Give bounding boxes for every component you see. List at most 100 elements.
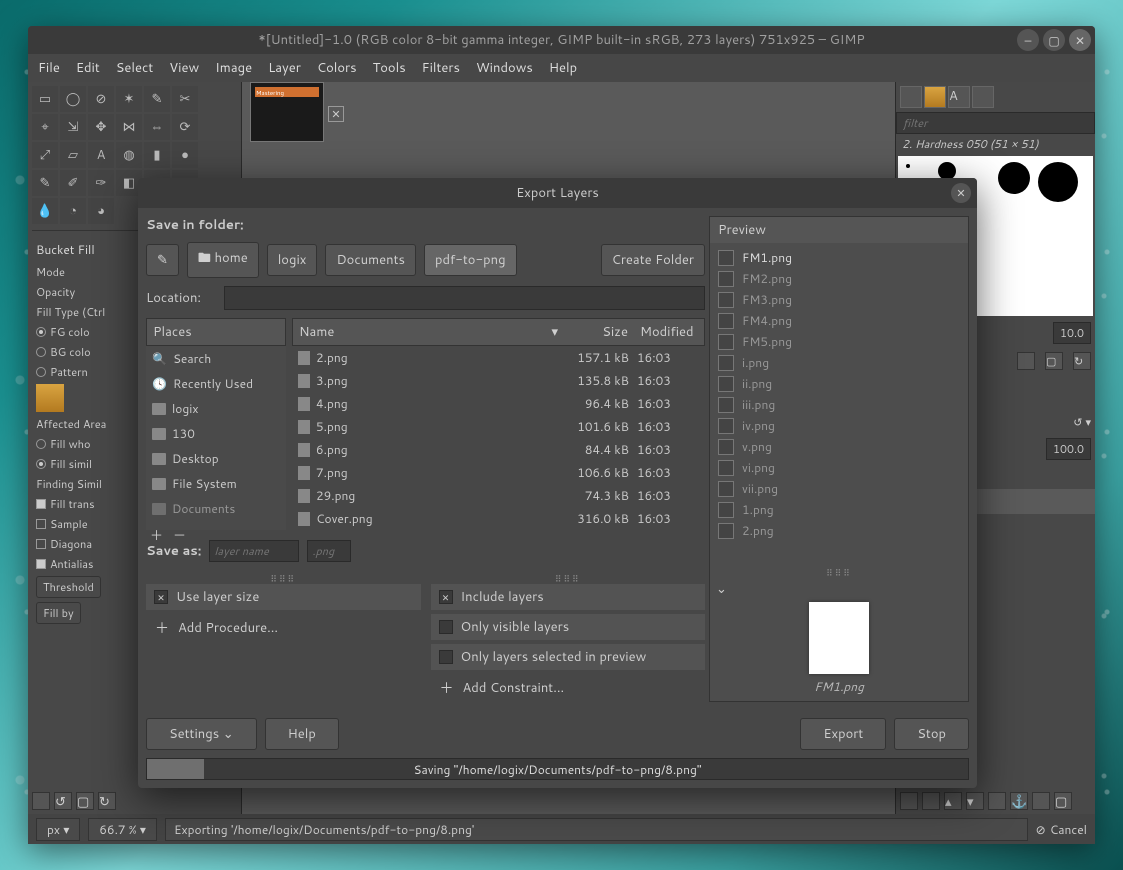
preview-item[interactable]: FM3.png xyxy=(714,289,964,310)
filter-input[interactable] xyxy=(896,112,1095,134)
restore-options-icon[interactable]: ↺ xyxy=(54,792,72,810)
sample-check[interactable] xyxy=(36,519,46,529)
delete-layer-icon[interactable]: ▢ xyxy=(1054,792,1072,810)
preview-item[interactable]: FM1.png xyxy=(714,247,964,268)
add-procedure-button[interactable]: ＋Add Procedure... xyxy=(146,614,421,642)
menu-layer[interactable]: Layer xyxy=(268,59,301,77)
places-search[interactable]: 🔍Search xyxy=(146,346,286,371)
breadcrumb-logix[interactable]: logix xyxy=(267,244,318,276)
zoom-selector[interactable]: 66.7 % ▾ xyxy=(88,818,157,841)
size-header[interactable]: Size xyxy=(564,319,634,345)
file-row[interactable]: Cover.png316.0 kB16:03 xyxy=(292,507,705,530)
tool-icon[interactable]: ▮ xyxy=(144,142,170,168)
menu-help[interactable]: Help xyxy=(549,59,577,77)
maximize-button[interactable]: ▢ xyxy=(1043,29,1065,51)
tool-icon[interactable]: ▭ xyxy=(32,86,58,112)
grip-icon[interactable]: ⠿⠿⠿ xyxy=(431,572,706,580)
fill-similar-radio[interactable] xyxy=(36,459,46,469)
menu-select[interactable]: Select xyxy=(116,59,153,77)
only-visible-option[interactable]: Only visible layers xyxy=(431,614,706,640)
file-row[interactable]: 5.png101.6 kB16:03 xyxy=(292,415,705,438)
layer-opacity[interactable]: 100.0 xyxy=(1046,438,1091,460)
edit-path-icon[interactable]: ✎ xyxy=(146,244,179,276)
tool-icon[interactable]: ◍ xyxy=(116,142,142,168)
preview-list[interactable]: FM1.pngFM2.pngFM3.pngFM4.pngFM5.pngi.png… xyxy=(710,243,968,566)
anchor-layer-icon[interactable]: ⚓ xyxy=(1010,792,1028,810)
delete-options-icon[interactable]: ▢ xyxy=(76,792,94,810)
refresh-brush-icon[interactable]: ↻ xyxy=(1073,352,1091,370)
tool-icon[interactable]: ⟳ xyxy=(172,114,198,140)
tool-icon[interactable]: 💧 xyxy=(32,198,58,224)
raise-layer-icon[interactable]: ▴ xyxy=(944,792,962,810)
preview-item[interactable]: FM5.png xyxy=(714,331,964,352)
preview-item[interactable]: iii.png xyxy=(714,394,964,415)
tool-icon[interactable]: ✂ xyxy=(172,86,198,112)
extension-input[interactable] xyxy=(307,540,351,562)
tool-icon[interactable]: ✶ xyxy=(116,86,142,112)
places-filesystem[interactable]: File System xyxy=(146,471,286,496)
tool-icon[interactable]: ◯ xyxy=(60,86,86,112)
file-row[interactable]: 4.png96.4 kB16:03 xyxy=(292,392,705,415)
tool-icon[interactable]: ⇔ xyxy=(144,114,170,140)
menu-filters[interactable]: Filters xyxy=(422,59,460,77)
modified-header[interactable]: Modified xyxy=(634,319,704,345)
menu-windows[interactable]: Windows xyxy=(476,59,533,77)
fill-whole-radio[interactable] xyxy=(36,439,46,449)
reset-options-icon[interactable]: ↻ xyxy=(98,792,116,810)
image-thumbnail[interactable]: Mastering xyxy=(250,82,324,142)
tool-icon[interactable]: ⌖ xyxy=(32,114,58,140)
preview-item[interactable]: v.png xyxy=(714,436,964,457)
checkbox-icon[interactable] xyxy=(154,590,168,604)
grip-icon[interactable]: ⠿⠿⠿ xyxy=(710,566,968,574)
preview-item[interactable]: i.png xyxy=(714,352,964,373)
preview-item[interactable]: vii.png xyxy=(714,478,964,499)
preview-item[interactable]: 1.png xyxy=(714,499,964,520)
chevron-down-icon[interactable]: ⌄ xyxy=(716,580,734,598)
fillby-label[interactable]: Fill by xyxy=(36,602,81,624)
only-selected-option[interactable]: Only layers selected in preview xyxy=(431,644,706,670)
breadcrumb-current[interactable]: pdf-to-png xyxy=(424,244,517,276)
tool-icon[interactable]: ◕ xyxy=(88,198,114,224)
file-list[interactable]: 2.png157.1 kB16:033.png135.8 kB16:034.pn… xyxy=(292,346,705,530)
fonts-tab-icon[interactable]: A xyxy=(948,86,970,108)
grip-icon[interactable]: ⠿⠿⠿ xyxy=(146,572,421,580)
tool-icon[interactable]: ✑ xyxy=(88,170,114,196)
add-constraint-button[interactable]: ＋Add Constraint... xyxy=(431,674,706,702)
checkbox-icon[interactable] xyxy=(439,650,453,664)
tool-icon[interactable]: ✥ xyxy=(88,114,114,140)
bg-radio[interactable] xyxy=(36,347,46,357)
menu-colors[interactable]: Colors xyxy=(317,59,357,77)
tool-icon[interactable]: ● xyxy=(172,142,198,168)
tool-icon[interactable]: A xyxy=(88,142,114,168)
fill-trans-check[interactable] xyxy=(36,499,46,509)
name-header[interactable]: Name▾ xyxy=(293,319,564,345)
diagonal-check[interactable] xyxy=(36,539,46,549)
delete-brush-icon[interactable]: ▢ xyxy=(1045,352,1063,370)
tool-icon[interactable]: ◔ xyxy=(60,198,86,224)
breadcrumb-documents[interactable]: Documents xyxy=(325,244,416,276)
pattern-radio[interactable] xyxy=(36,367,46,377)
tool-icon[interactable]: ⊘ xyxy=(88,86,114,112)
places-desktop[interactable]: Desktop xyxy=(146,446,286,471)
include-layers-option[interactable]: Include layers xyxy=(431,584,706,610)
spacing-value[interactable]: 10.0 xyxy=(1053,322,1091,344)
history-tab-icon[interactable] xyxy=(972,86,994,108)
menu-edit[interactable]: Edit xyxy=(76,59,100,77)
file-row[interactable]: 2.png157.1 kB16:03 xyxy=(292,346,705,369)
menu-view[interactable]: View xyxy=(169,59,199,77)
dialog-close-icon[interactable]: ✕ xyxy=(951,183,971,203)
patterns-tab-icon[interactable] xyxy=(924,86,946,108)
breadcrumb-home[interactable]: 🖿 home xyxy=(187,242,259,278)
use-layer-size-option[interactable]: Use layer size xyxy=(146,584,421,610)
menu-image[interactable]: Image xyxy=(215,59,252,77)
merge-layer-icon[interactable] xyxy=(1032,792,1050,810)
file-row[interactable]: 3.png135.8 kB16:03 xyxy=(292,369,705,392)
places-disk[interactable]: 130 xyxy=(146,421,286,446)
checkbox-icon[interactable] xyxy=(439,590,453,604)
thumb-close-icon[interactable]: ✕ xyxy=(328,106,344,122)
preview-item[interactable]: iv.png xyxy=(714,415,964,436)
brushes-tab-icon[interactable] xyxy=(900,86,922,108)
preview-item[interactable]: FM2.png xyxy=(714,268,964,289)
tool-icon[interactable]: ⇲ xyxy=(60,114,86,140)
preview-item[interactable]: FM4.png xyxy=(714,310,964,331)
